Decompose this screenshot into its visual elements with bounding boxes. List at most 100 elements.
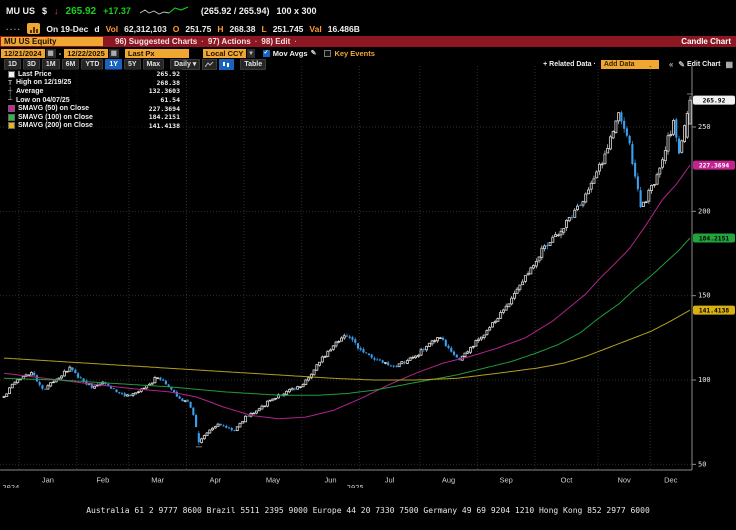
- price-chart[interactable]: JanFebMarAprMayJunJulAugSepOctNovDec2024…: [0, 66, 736, 488]
- menu-item[interactable]: 96) Suggested Charts: [115, 37, 197, 46]
- legend-row[interactable]: SMAVG (100) on Close 184.2151: [8, 113, 180, 122]
- svg-text:50: 50: [698, 460, 706, 468]
- ellipsis: ····: [6, 24, 21, 34]
- svg-text:100: 100: [698, 376, 711, 384]
- legend-glyph: T: [8, 79, 15, 87]
- menu-separator: ·: [201, 37, 204, 46]
- stat-value: 251.75: [185, 24, 211, 34]
- calendar-icon[interactable]: ▦: [46, 49, 56, 58]
- date-end-input[interactable]: 12/22/2025: [64, 49, 108, 58]
- svg-text:200: 200: [698, 207, 711, 215]
- price-change: +17.37: [103, 6, 131, 16]
- date-separator: -: [59, 49, 62, 58]
- legend-label: SMAVG (100) on Close: [18, 114, 93, 121]
- svg-text:Nov: Nov: [617, 476, 631, 485]
- svg-text:Sep: Sep: [499, 476, 512, 485]
- legend-label: Average: [16, 88, 43, 95]
- menu-item[interactable]: 97) Actions: [208, 37, 251, 46]
- legend-row[interactable]: ┼Average 132.3603: [8, 87, 180, 96]
- bloomberg-terminal-window: MU US $ ↓ 265.92 +17.37 (265.92 / 265.94…: [0, 0, 736, 530]
- stat-label: H: [217, 24, 223, 34]
- menu-item[interactable]: 98) Edit: [261, 37, 290, 46]
- legend-swatch: [8, 105, 15, 112]
- svg-text:250: 250: [698, 123, 711, 131]
- stat-value: 62,312,103: [124, 24, 167, 34]
- session-code: d: [94, 24, 99, 34]
- intraday-sparkline: [138, 5, 194, 17]
- chevron-down-icon[interactable]: ▾: [247, 49, 254, 58]
- mini-chart-icon[interactable]: [27, 23, 40, 34]
- price-field-select[interactable]: Last Px: [125, 49, 189, 58]
- ticker-symbol: MU US: [6, 6, 35, 16]
- legend-value: 268.38: [157, 79, 180, 87]
- legend-value: 265.92: [157, 70, 180, 78]
- mov-avgs-label[interactable]: Mov Avgs: [273, 49, 308, 58]
- svg-text:141.4138: 141.4138: [699, 308, 730, 315]
- legend-value: 141.4138: [149, 122, 180, 130]
- legend-swatch: [8, 114, 15, 121]
- date-start-input[interactable]: 12/21/2024: [1, 49, 45, 58]
- terminal-footer: Australia 61 2 9777 8600 Brazil 5511 239…: [0, 486, 736, 530]
- legend-value: 132.3603: [149, 87, 180, 95]
- key-events-label[interactable]: Key Events: [334, 49, 374, 58]
- legend-row[interactable]: ┴Low on 04/07/25 61.54: [8, 96, 180, 105]
- currency-select[interactable]: Local CCY: [203, 49, 247, 58]
- svg-text:184.2151: 184.2151: [699, 235, 730, 242]
- svg-text:150: 150: [698, 292, 711, 300]
- svg-text:Dec: Dec: [664, 476, 678, 485]
- svg-text:Aug: Aug: [442, 476, 455, 485]
- stat-value: 251.745: [273, 24, 304, 34]
- session-date: On 19-Dec: [46, 24, 88, 34]
- legend-label: Last Price: [18, 71, 51, 78]
- svg-text:Jan: Jan: [42, 476, 54, 485]
- svg-text:Jun: Jun: [324, 476, 336, 485]
- svg-text:Oct: Oct: [561, 476, 574, 485]
- ticker-header: MU US $ ↓ 265.92 +17.37 (265.92 / 265.94…: [6, 5, 317, 17]
- legend-swatch: [8, 122, 15, 129]
- svg-text:265.92: 265.92: [703, 98, 726, 105]
- command-bar: MU US Equity 96) Suggested Charts · 97) Ac…: [0, 36, 736, 47]
- chart-type-label: Candle Chart: [681, 37, 736, 46]
- menu-separator: ·: [255, 37, 258, 46]
- chart-controls: 12/21/2024 ▦ - 12/22/2025 ▦ Last Px Loca…: [0, 48, 736, 58]
- svg-text:227.3694: 227.3694: [699, 163, 730, 170]
- down-arrow-icon: ↓: [54, 6, 59, 16]
- edit-mov-avgs-icon[interactable]: ✎: [311, 49, 317, 57]
- legend-row[interactable]: SMAVG (50) on Close 227.3694: [8, 104, 180, 113]
- legend-row[interactable]: SMAVG (200) on Close 141.4138: [8, 122, 180, 131]
- stat-label: O: [173, 24, 180, 34]
- stat-label: Val: [309, 24, 321, 34]
- menu-separator: ·: [294, 37, 297, 46]
- stat-value: 268.38: [229, 24, 255, 34]
- bid-ask: (265.92 / 265.94): [201, 6, 270, 16]
- mov-avgs-checkbox[interactable]: ✓: [263, 50, 270, 57]
- stat-value: 16.486B: [328, 24, 360, 34]
- svg-text:May: May: [266, 476, 280, 485]
- legend-label: Low on 04/07/25: [16, 97, 70, 104]
- footer-phones: Australia 61 2 9777 8600 Brazil 5511 239…: [0, 506, 736, 516]
- legend-swatch: [8, 71, 15, 78]
- calendar-icon[interactable]: ▦: [109, 49, 119, 58]
- stat-label: Vol: [106, 24, 119, 34]
- legend-glyph: ┴: [8, 96, 15, 104]
- security-field[interactable]: MU US Equity: [1, 37, 103, 46]
- stat-label: L: [261, 24, 266, 34]
- legend-value: 61.54: [160, 96, 180, 104]
- svg-text:Jul: Jul: [385, 476, 395, 485]
- svg-text:Feb: Feb: [96, 476, 109, 485]
- legend-label: SMAVG (200) on Close: [18, 122, 93, 129]
- legend-row[interactable]: Last Price 265.92: [8, 70, 180, 79]
- legend-glyph: ┼: [8, 87, 15, 95]
- legend-value: 184.2151: [149, 113, 180, 121]
- legend-label: High on 12/19/25: [16, 79, 71, 86]
- session-stats: ···· On 19-Dec d Vol 62,312,103 O 251.75 H 26…: [6, 23, 360, 34]
- quote-size: 100 x 300: [276, 6, 316, 16]
- svg-text:Apr: Apr: [209, 476, 221, 485]
- legend-label: SMAVG (50) on Close: [18, 105, 89, 112]
- last-price: 265.92: [66, 6, 97, 17]
- ticker-currency: $: [42, 6, 47, 16]
- svg-text:Mar: Mar: [151, 476, 164, 485]
- legend-value: 227.3694: [149, 105, 180, 113]
- legend-row[interactable]: THigh on 12/19/25 268.38: [8, 79, 180, 88]
- key-events-checkbox[interactable]: [324, 50, 331, 57]
